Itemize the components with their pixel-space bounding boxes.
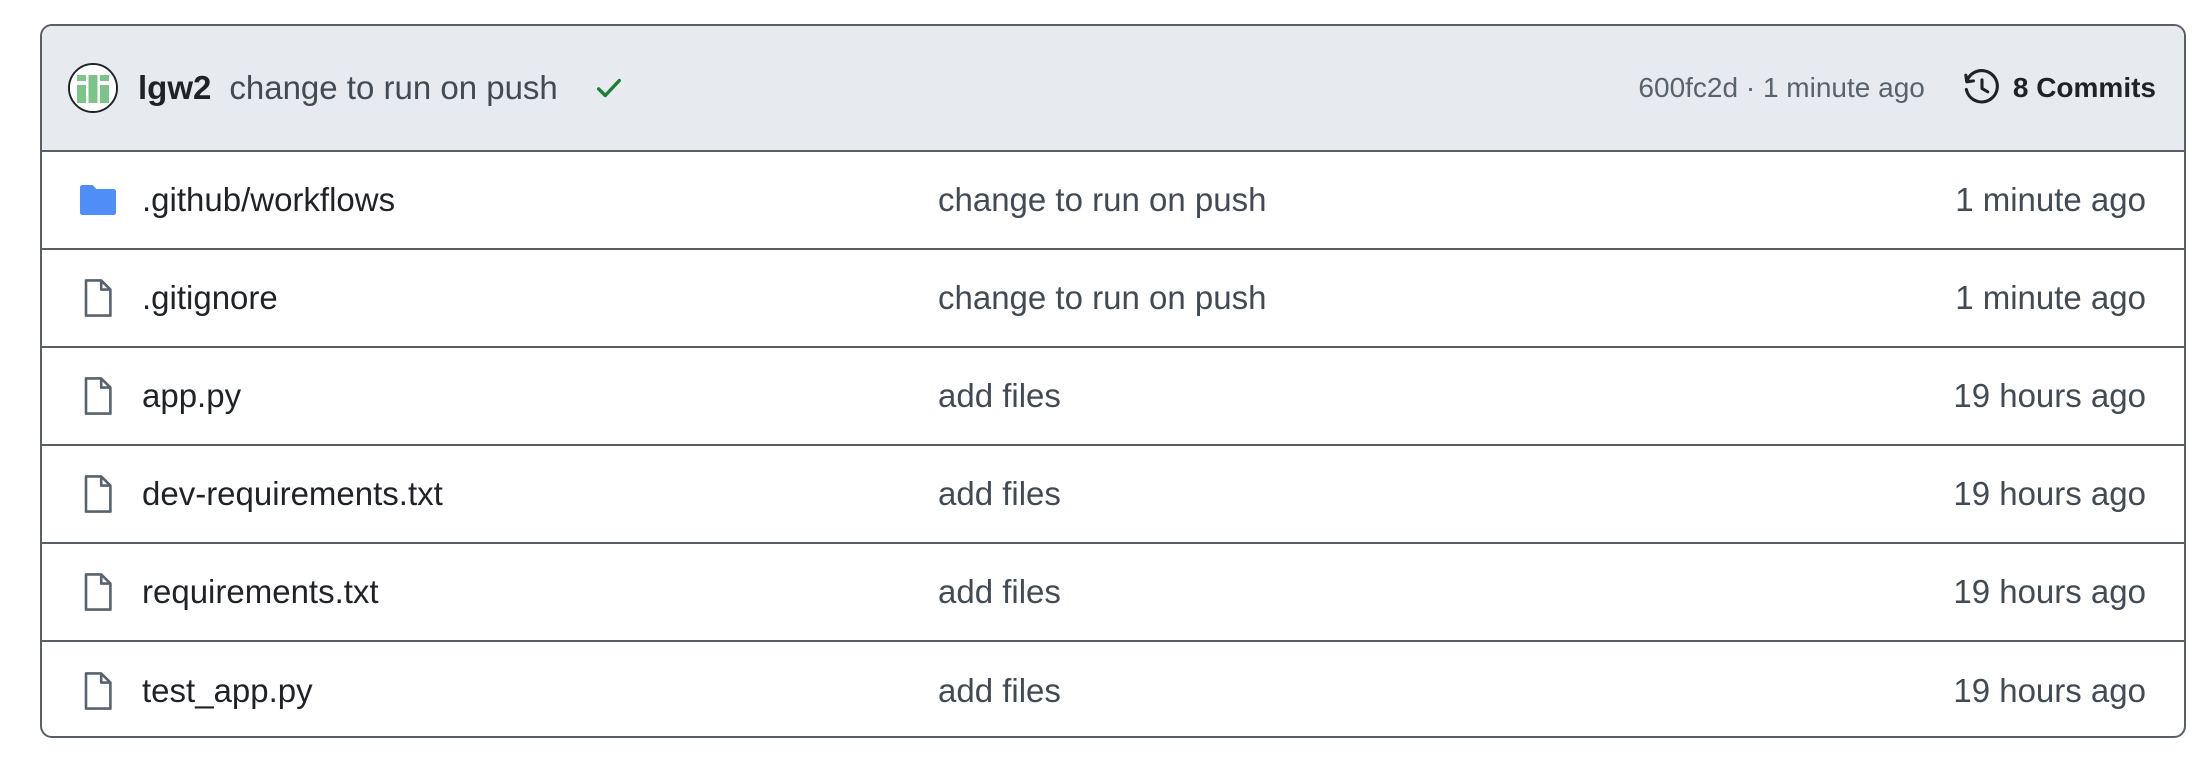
file-commit-message-link[interactable]: add files [938, 573, 1061, 611]
file-row-github-workflows[interactable]: .github/workflows change to run on push … [42, 152, 2184, 250]
file-row-test-app-py[interactable]: test_app.py add files 19 hours ago [42, 642, 2184, 736]
latest-commit-header: lgw2 change to run on push 600fc2d · 1 m… [42, 26, 2184, 152]
file-name-link[interactable]: app.py [142, 377, 241, 415]
check-icon[interactable] [594, 73, 624, 103]
file-commit-time: 1 minute ago [1955, 181, 2146, 218]
file-name-link[interactable]: dev-requirements.txt [142, 475, 443, 513]
file-row-requirements[interactable]: requirements.txt add files 19 hours ago [42, 544, 2184, 642]
commit-meta: 600fc2d · 1 minute ago [1638, 72, 1924, 104]
commits-count-label: 8 Commits [2012, 72, 2156, 103]
latest-commit-message[interactable]: change to run on push [229, 69, 557, 107]
file-commit-time: 19 hours ago [1953, 573, 2146, 610]
file-row-app-py[interactable]: app.py add files 19 hours ago [42, 348, 2184, 446]
folder-icon [78, 180, 118, 220]
file-commit-time: 1 minute ago [1955, 279, 2146, 316]
file-icon [78, 278, 118, 318]
file-row-gitignore[interactable]: .gitignore change to run on push 1 minut… [42, 250, 2184, 348]
file-icon [78, 572, 118, 612]
file-name-link[interactable]: test_app.py [142, 672, 313, 710]
file-commit-message-link[interactable]: add files [938, 377, 1061, 415]
file-commit-time: 19 hours ago [1953, 672, 2146, 709]
commit-author-link[interactable]: lgw2 [138, 69, 211, 107]
avatar-identicon [70, 65, 116, 111]
file-commit-time: 19 hours ago [1953, 377, 2146, 414]
file-commit-message-link[interactable]: add files [938, 475, 1061, 513]
commits-history-link[interactable]: 8 Commits [1963, 69, 2156, 107]
file-icon [78, 671, 118, 711]
file-icon [78, 474, 118, 514]
file-name-link[interactable]: requirements.txt [142, 573, 379, 611]
author-avatar[interactable] [68, 63, 118, 113]
history-icon [1964, 69, 1999, 104]
file-commit-message-link[interactable]: change to run on push [938, 279, 1266, 317]
repo-file-browser: lgw2 change to run on push 600fc2d · 1 m… [40, 24, 2186, 738]
commit-time: 1 minute ago [1762, 72, 1925, 103]
file-commit-message-link[interactable]: add files [938, 672, 1061, 710]
file-commit-message-link[interactable]: change to run on push [938, 181, 1266, 219]
meta-separator: · [1738, 72, 1763, 103]
file-name-link[interactable]: .gitignore [142, 279, 278, 317]
file-row-dev-requirements[interactable]: dev-requirements.txt add files 19 hours … [42, 446, 2184, 544]
file-commit-time: 19 hours ago [1953, 475, 2146, 512]
file-icon [78, 376, 118, 416]
file-name-link[interactable]: .github/workflows [142, 181, 395, 219]
commit-hash-link[interactable]: 600fc2d [1638, 72, 1738, 103]
